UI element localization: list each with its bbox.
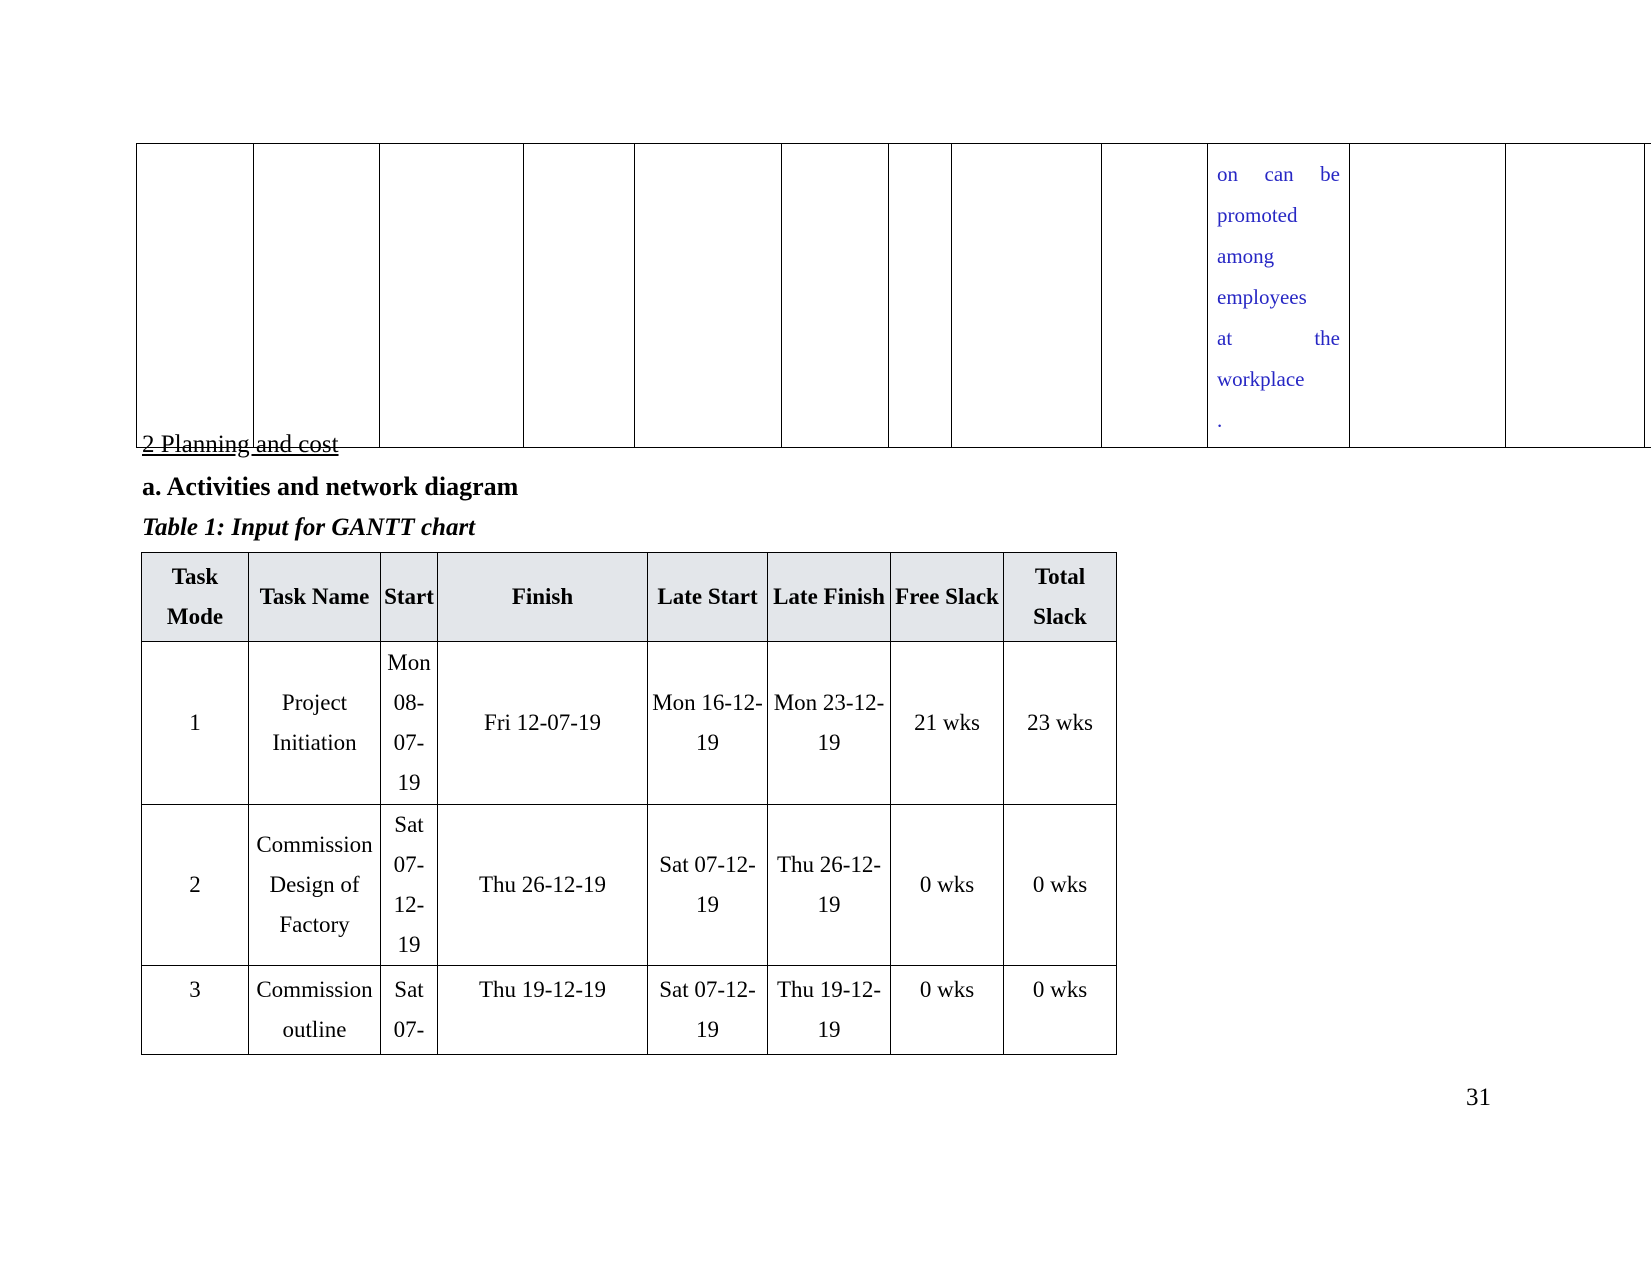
cell-task-name: Commission outline — [248, 965, 381, 1055]
cell-finish: Thu 19-12-19 — [437, 965, 648, 1055]
empty-cell — [1349, 143, 1506, 448]
blue-note-line: on can be — [1217, 162, 1340, 186]
cell-late-finish: Mon 23-12-19 — [767, 641, 891, 805]
cell-total-slack: 23 wks — [1003, 641, 1117, 805]
column-header-start: Start — [380, 552, 438, 642]
cell-late-start: Sat 07-12-19 — [647, 804, 768, 966]
cell-total-slack: 0 wks — [1003, 804, 1117, 966]
blue-note-line: . — [1217, 408, 1223, 432]
table-caption: Table 1: Input for GANTT chart — [142, 514, 476, 541]
empty-cell — [1644, 143, 1651, 448]
blue-note-line: among — [1217, 244, 1275, 268]
cell-total-slack: 0 wks — [1003, 965, 1117, 1055]
empty-cell — [888, 143, 952, 448]
blue-note-line: at the — [1217, 326, 1340, 350]
blue-note-line: workplace — [1217, 367, 1305, 391]
table-row: 3 Commission outline Sat 07- Thu 19-12-1… — [141, 965, 1117, 1055]
cell-late-finish: Thu 26-12-19 — [767, 804, 891, 966]
cell-late-start: Sat 07-12-19 — [647, 965, 768, 1055]
cell-start: Sat 07-12-19 — [380, 804, 438, 966]
empty-cell — [1505, 143, 1645, 448]
blue-note-cell: on can be promoted among employees at th… — [1207, 143, 1350, 448]
empty-cell — [253, 143, 380, 448]
empty-cell — [634, 143, 782, 448]
cell-task-mode: 1 — [141, 641, 249, 805]
column-header-late-finish: Late Finish — [767, 552, 891, 642]
column-header-task-mode: Task Mode — [141, 552, 249, 642]
cell-finish: Thu 26-12-19 — [437, 804, 648, 966]
cell-free-slack: 0 wks — [890, 804, 1004, 966]
page-number: 31 — [1466, 1084, 1491, 1111]
cell-free-slack: 0 wks — [890, 965, 1004, 1055]
empty-cell — [136, 143, 254, 448]
column-header-finish: Finish — [437, 552, 648, 642]
cell-start: Mon 08-07-19 — [380, 641, 438, 805]
table-header-row: Task Mode Task Name Start Finish Late St… — [141, 552, 1117, 642]
table-row: 2 Commission Design of Factory Sat 07-12… — [141, 804, 1117, 966]
cell-task-name: Commission Design of Factory — [248, 804, 381, 966]
empty-cell — [1101, 143, 1208, 448]
cell-start: Sat 07- — [380, 965, 438, 1055]
gantt-input-table: Task Mode Task Name Start Finish Late St… — [141, 552, 1117, 1055]
cell-task-mode: 2 — [141, 804, 249, 966]
table-row: 1 Project Initiation Mon 08-07-19 Fri 12… — [141, 641, 1117, 805]
section-heading: 2 Planning and cost — [142, 431, 339, 458]
cell-late-finish: Thu 19-12-19 — [767, 965, 891, 1055]
cell-task-mode: 3 — [141, 965, 249, 1055]
blue-note-line: employees — [1217, 285, 1307, 309]
blue-note-line: promoted — [1217, 203, 1298, 227]
cell-task-name: Project Initiation — [248, 641, 381, 805]
table-row: on can be promoted among employees at th… — [136, 143, 1651, 448]
column-header-free-slack: Free Slack — [890, 552, 1004, 642]
empty-cell — [379, 143, 524, 448]
cell-finish: Fri 12-07-19 — [437, 641, 648, 805]
column-header-task-name: Task Name — [248, 552, 381, 642]
column-header-total-slack: Total Slack — [1003, 552, 1117, 642]
empty-cell — [781, 143, 889, 448]
column-header-late-start: Late Start — [647, 552, 768, 642]
continued-table: on can be promoted among employees at th… — [136, 143, 1651, 448]
cell-late-start: Mon 16-12-19 — [647, 641, 768, 805]
document-page: on can be promoted among employees at th… — [0, 0, 1651, 1275]
empty-cell — [523, 143, 635, 448]
subsection-heading: a. Activities and network diagram — [142, 472, 519, 501]
empty-cell — [951, 143, 1102, 448]
cell-free-slack: 21 wks — [890, 641, 1004, 805]
